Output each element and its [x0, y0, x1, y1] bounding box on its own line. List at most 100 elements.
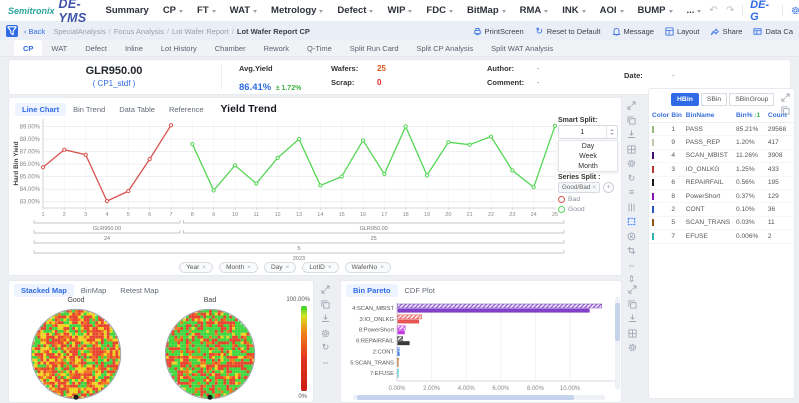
table-row[interactable]: 8PowerShort0.37%129	[649, 190, 794, 203]
circle-x-icon[interactable]	[626, 231, 637, 242]
table-row[interactable]: 3IO_ONLKG1.25%433	[649, 163, 794, 176]
nav-item-defect[interactable]: Defect	[330, 5, 380, 16]
gear-icon[interactable]	[626, 158, 637, 169]
sort-desc-icon[interactable]: ↓1	[753, 112, 760, 119]
column-header-bin[interactable]: Bin%↓1	[736, 112, 768, 119]
action-data-ca[interactable]: Data Ca	[753, 27, 793, 36]
back-button[interactable]: ‹ Back	[24, 27, 45, 36]
nav-item-bitmap[interactable]: BitMap	[460, 5, 513, 16]
download-icon[interactable]	[626, 129, 637, 140]
map-tab-binmap[interactable]: BinMap	[74, 284, 113, 297]
nav-item-summary[interactable]: Summary	[99, 5, 156, 16]
legend-bad[interactable]: Bad	[558, 196, 618, 203]
table-row[interactable]: 7EFUSE0.006%2	[649, 230, 794, 243]
pareto-tab-cdf-plot[interactable]: CDF Plot	[398, 284, 442, 297]
nav-item-ft[interactable]: FT	[190, 5, 223, 16]
table-row[interactable]: 6REPAIRFAIL0.56%195	[649, 177, 794, 190]
filter-funnel-icon[interactable]	[6, 25, 18, 37]
bin-tab-sbin[interactable]: SBin	[701, 93, 727, 106]
wafer-map-bad[interactable]: Bad	[160, 297, 260, 403]
arrows-h-icon[interactable]: ⇔	[320, 357, 331, 368]
add-split-button[interactable]: +	[603, 182, 614, 193]
action-share[interactable]: Share	[710, 27, 742, 36]
pareto-tab-bin-pareto[interactable]: Bin Pareto	[346, 284, 398, 297]
config-button[interactable]: Config	[790, 5, 799, 16]
tab-q-time[interactable]: Q-Time	[298, 40, 341, 56]
clone-icon[interactable]	[626, 115, 637, 126]
tab-wat[interactable]: WAT	[42, 40, 76, 56]
select-box-icon[interactable]	[626, 216, 637, 227]
refresh-icon[interactable]: ↻	[626, 173, 637, 184]
column-header-color[interactable]: Color	[652, 112, 671, 119]
step-up-icon[interactable]	[610, 129, 614, 131]
tab-inline[interactable]: Inline	[116, 40, 152, 56]
filter-chip-year[interactable]: Year×	[179, 262, 213, 273]
download-icon[interactable]	[320, 313, 331, 324]
clone-icon[interactable]	[320, 299, 331, 310]
filter-chip-lotid[interactable]: LotID×	[302, 262, 338, 273]
tab-defect[interactable]: Defect	[76, 40, 116, 56]
gear-icon[interactable]	[320, 328, 331, 339]
nav-item-wat[interactable]: WAT	[223, 5, 264, 16]
expand-icon[interactable]	[780, 92, 791, 103]
close-icon[interactable]: ×	[247, 264, 251, 271]
grid-icon[interactable]	[627, 328, 638, 339]
table-row[interactable]: 9PASS_REP1.20%417	[649, 136, 794, 149]
legend-good[interactable]: Good	[558, 206, 618, 213]
smart-split-input[interactable]: 1	[558, 125, 618, 139]
action-layout[interactable]: Layout	[665, 27, 700, 36]
close-icon[interactable]: ×	[202, 264, 206, 271]
nav-item-rma[interactable]: RMA	[513, 5, 556, 16]
nav-item-metrology[interactable]: Metrology	[264, 5, 330, 16]
yield-trend-chart[interactable]: 83.00%84.00%85.00%86.00%87.00%88.00%89.0…	[9, 114, 623, 271]
action-message[interactable]: Message	[612, 27, 654, 36]
grid-icon[interactable]	[626, 144, 637, 155]
list-icon[interactable]: ≡	[626, 187, 637, 198]
tab-cp[interactable]: CP	[14, 40, 42, 56]
redo-icon[interactable]: ↷	[725, 5, 735, 16]
column-header-bin[interactable]: Bin	[671, 112, 685, 119]
horizontal-scrollbar[interactable]	[353, 395, 605, 400]
arrows-h-icon[interactable]: ⇔	[626, 260, 637, 271]
stepper[interactable]	[606, 126, 617, 138]
table-row[interactable]: 4SCAN_MBIST11.26%3908	[649, 150, 794, 163]
table-row[interactable]: 5SCAN_TRANS0.03%11	[649, 217, 794, 230]
split-option-day[interactable]: Day	[559, 141, 617, 151]
nav-item-aoi[interactable]: AOI	[593, 5, 631, 16]
tab-lot-history[interactable]: Lot History	[152, 40, 206, 56]
column-header-binname[interactable]: BinName	[686, 112, 736, 119]
undo-icon[interactable]: ↶	[708, 5, 718, 16]
nav-item-[interactable]: ...	[680, 5, 709, 16]
bin-tab-sbingroup[interactable]: SBinGroup	[729, 93, 774, 106]
split-option-week[interactable]: Week	[559, 151, 617, 161]
wafer-map-good[interactable]: Good	[26, 297, 126, 403]
close-icon[interactable]: ×	[592, 184, 596, 191]
filter-chip-waferno[interactable]: WaferNo×	[345, 262, 391, 273]
tab-split-wat-analysis[interactable]: Split WAT Analysis	[482, 40, 562, 56]
action-reset-to-default[interactable]: ↻Reset to Default	[535, 27, 601, 36]
close-icon[interactable]: ×	[286, 264, 290, 271]
tab-split-cp-analysis[interactable]: Split CP Analysis	[408, 40, 483, 56]
lot-test-program[interactable]: ( CP1_stdf )	[9, 79, 219, 88]
close-icon[interactable]: ×	[328, 264, 332, 271]
nav-item-bump[interactable]: BUMP	[631, 5, 680, 16]
bin-pareto-chart[interactable]: 0.00%2.00%4.00%6.00%8.00%10.00%4:SCAN_MB…	[341, 297, 621, 402]
breadcrumb-part[interactable]: Lot Wafer Report	[172, 27, 229, 36]
filter-chip-day[interactable]: Day×	[264, 262, 296, 273]
expand-icon[interactable]	[627, 284, 638, 295]
breadcrumb-part[interactable]: Focus Analysis	[114, 27, 164, 36]
close-icon[interactable]: ×	[380, 264, 384, 271]
tab-chamber[interactable]: Chamber	[206, 40, 255, 56]
nav-item-fdc[interactable]: FDC	[419, 5, 460, 16]
filter-chip-month[interactable]: Month×	[219, 262, 258, 273]
breadcrumb-part[interactable]: SpecialAnalysis	[53, 27, 106, 36]
table-row[interactable]: 1PASS85.21%29568	[649, 123, 794, 136]
step-down-icon[interactable]	[610, 133, 614, 135]
clone-icon[interactable]	[780, 105, 791, 116]
expand-icon[interactable]	[320, 284, 331, 295]
vertical-scrollbar[interactable]	[615, 297, 620, 389]
nav-item-ink[interactable]: INK	[555, 5, 592, 16]
split-option-month[interactable]: Month	[559, 161, 617, 171]
nav-item-wip[interactable]: WIP	[380, 5, 419, 16]
map-tab-stacked-map[interactable]: Stacked Map	[14, 284, 74, 297]
